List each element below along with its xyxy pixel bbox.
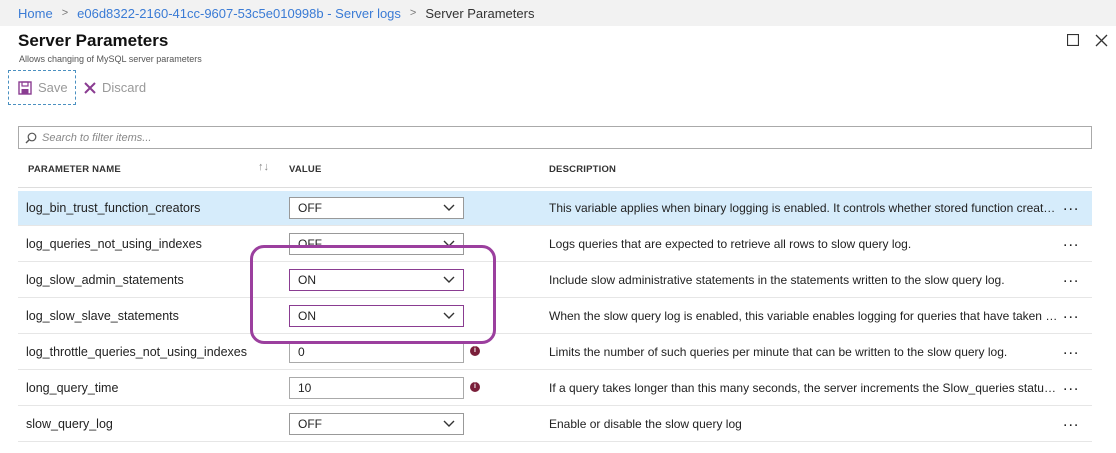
parameter-description: Logs queries that are expected to retrie…	[549, 237, 912, 251]
chevron-down-icon	[443, 312, 455, 319]
save-button[interactable]: Save	[8, 70, 76, 105]
chevron-down-icon	[443, 420, 455, 427]
breadcrumb-home-link[interactable]: Home	[18, 6, 53, 21]
table-row[interactable]: log_throttle_queries_not_using_indexes 0…	[18, 335, 1092, 370]
info-icon[interactable]: i	[470, 346, 480, 356]
info-icon[interactable]: i	[470, 382, 480, 392]
more-options-icon[interactable]: ...	[1063, 233, 1079, 251]
maximize-icon	[1067, 34, 1079, 46]
value-select[interactable]: ON	[289, 269, 464, 291]
page-title: Server Parameters	[18, 31, 169, 50]
column-header-description: DESCRIPTION	[549, 164, 617, 175]
discard-label: Discard	[102, 80, 147, 95]
table-row[interactable]: log_slow_slave_statements ON When the sl…	[18, 299, 1092, 334]
discard-button[interactable]: Discard	[84, 70, 146, 105]
search-icon	[25, 132, 37, 143]
parameter-description: Limits the number of such queries per mi…	[549, 345, 1008, 359]
sort-icon[interactable]: ↑↓	[258, 161, 269, 173]
value-select[interactable]: ON	[289, 305, 464, 327]
value-select[interactable]: OFF	[289, 233, 464, 255]
chevron-down-icon	[443, 204, 455, 211]
close-button[interactable]	[1092, 31, 1110, 49]
value-selected: OFF	[298, 201, 322, 215]
header-divider	[18, 187, 1092, 188]
table-row[interactable]: log_bin_trust_function_creators OFF This…	[18, 191, 1092, 226]
breadcrumb: Home > e06d8322-2160-41cc-9607-53c5e0109…	[0, 0, 1116, 26]
column-header-parameter-name[interactable]: PARAMETER NAME	[28, 164, 121, 175]
value-selected: OFF	[298, 417, 322, 431]
filter-box	[18, 126, 1092, 149]
parameter-name: log_slow_admin_statements	[26, 273, 184, 287]
breadcrumb-current: Server Parameters	[425, 5, 535, 21]
discard-icon	[84, 81, 96, 94]
maximize-button[interactable]	[1064, 31, 1082, 49]
close-icon	[1095, 34, 1107, 46]
save-label: Save	[38, 80, 68, 95]
parameter-name: log_bin_trust_function_creators	[26, 201, 201, 215]
value-select[interactable]: OFF	[289, 413, 464, 435]
more-options-icon[interactable]: ...	[1063, 341, 1079, 359]
parameter-name: long_query_time	[26, 381, 119, 395]
parameter-name: log_throttle_queries_not_using_indexes	[26, 345, 247, 359]
value-input[interactable]: 10	[289, 377, 464, 399]
more-options-icon[interactable]: ...	[1063, 305, 1079, 323]
table-row[interactable]: log_slow_admin_statements ON Include slo…	[18, 263, 1092, 298]
table-row[interactable]: slow_query_log OFF Enable or disable the…	[18, 407, 1092, 442]
page-subtitle: Allows changing of MySQL server paramete…	[19, 54, 202, 64]
table-row[interactable]: long_query_time 10 i If a query takes lo…	[18, 371, 1092, 406]
chevron-down-icon	[443, 240, 455, 247]
column-header-value: VALUE	[289, 164, 322, 175]
value-selected: ON	[298, 273, 316, 287]
breadcrumb-resource-link[interactable]: e06d8322-2160-41cc-9607-53c5e010998b - S…	[77, 6, 401, 21]
more-options-icon[interactable]: ...	[1063, 377, 1079, 395]
chevron-down-icon	[443, 276, 455, 283]
parameter-description: Include slow administrative statements i…	[549, 273, 1005, 287]
value-selected: ON	[298, 309, 316, 323]
parameter-name: log_slow_slave_statements	[26, 309, 179, 323]
more-options-icon[interactable]: ...	[1063, 197, 1079, 215]
more-options-icon[interactable]: ...	[1063, 269, 1079, 287]
parameter-name: log_queries_not_using_indexes	[26, 237, 202, 251]
value-input[interactable]: 0	[289, 341, 464, 363]
value-select[interactable]: OFF	[289, 197, 464, 219]
more-options-icon[interactable]: ...	[1063, 413, 1079, 431]
search-input[interactable]	[42, 131, 1042, 144]
table-row[interactable]: log_queries_not_using_indexes OFF Logs q…	[18, 227, 1092, 262]
parameter-description: Enable or disable the slow query log	[549, 417, 742, 431]
parameter-description: If a query takes longer than this many s…	[549, 381, 1059, 395]
chevron-right-icon: >	[409, 7, 417, 19]
parameter-description: This variable applies when binary loggin…	[549, 201, 1059, 215]
chevron-right-icon: >	[61, 7, 69, 19]
value-selected: OFF	[298, 237, 322, 251]
parameter-description: When the slow query log is enabled, this…	[549, 309, 1059, 323]
save-icon	[18, 80, 32, 95]
parameter-name: slow_query_log	[26, 417, 113, 431]
